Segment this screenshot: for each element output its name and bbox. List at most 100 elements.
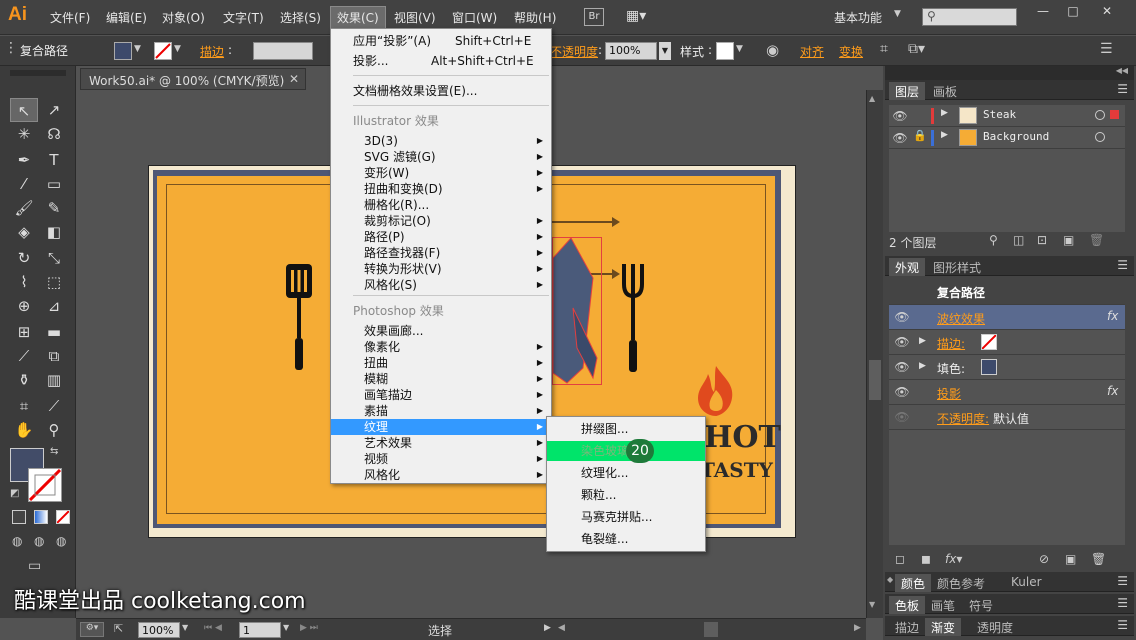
layer-row[interactable]: 👁 🔒 ▶ Background (889, 127, 1125, 149)
lock-icon[interactable]: 🔒 (913, 129, 927, 142)
submenu-item-patchwork[interactable]: 拼缀图... (547, 419, 705, 439)
appearance-row-shadow[interactable]: 👁 投影 fx (889, 380, 1125, 405)
gradient-tool-icon[interactable]: ▬ (40, 320, 68, 344)
menu-item-illustrator-effect-2[interactable]: 变形(W) ▶ (331, 165, 551, 181)
stroke-label[interactable]: 描边 (200, 43, 224, 60)
appearance-row-opacity[interactable]: 👁 不透明度: 默认值 (889, 405, 1125, 430)
submenu-item-craquelure[interactable]: 龟裂缝... (547, 529, 705, 549)
selection-tool-icon[interactable]: ↖ (10, 98, 38, 122)
menu-item-illustrator-effect-4[interactable]: 栅格化(R)... (331, 197, 551, 213)
target-icon[interactable] (1095, 132, 1105, 142)
minimize-button[interactable]: — (1030, 4, 1056, 22)
menu-item-raster-settings[interactable]: 文档栅格效果设置(E)... (331, 83, 551, 99)
stroke-color-swatch[interactable] (28, 468, 62, 502)
menu-help[interactable]: 帮助(H) (514, 9, 556, 26)
stroke-none-swatch[interactable] (981, 334, 997, 350)
chevron-down-icon[interactable]: ▼ (182, 623, 188, 632)
tab-gradient[interactable]: 渐变 (925, 618, 962, 636)
menu-item-photoshop-effect-2[interactable]: 扭曲 ▶ (331, 355, 551, 371)
zoom-tool-icon[interactable]: ⚲ (40, 418, 68, 442)
pencil-tool-icon[interactable]: ✎ (40, 196, 68, 220)
menu-item-photoshop-effect-7[interactable]: 艺术效果 ▶ (331, 435, 551, 451)
add-fill-icon[interactable]: ◼ (921, 552, 931, 566)
scroll-left-icon[interactable]: ◀ (558, 623, 565, 633)
selected-compound-path[interactable] (552, 237, 602, 385)
menu-edit[interactable]: 编辑(E) (106, 9, 147, 26)
scroll-down-icon[interactable]: ▼ (869, 600, 875, 609)
menu-item-illustrator-effect-9[interactable]: 风格化(S) ▶ (331, 277, 551, 293)
panel-menu-icon[interactable]: ☰ (1117, 258, 1128, 272)
eye-icon[interactable]: 👁 (891, 107, 909, 125)
isolate-icon[interactable]: ⌗ (880, 41, 888, 57)
arrange-documents-icon[interactable]: ▦▾ (626, 8, 652, 26)
locate-object-icon[interactable]: ⚲ (989, 233, 998, 247)
draw-normal-icon[interactable]: ◍ (12, 534, 22, 548)
menu-item-illustrator-effect-8[interactable]: 转换为形状(V) ▶ (331, 261, 551, 277)
artboard-tool-icon[interactable]: ⌗ (10, 394, 38, 418)
eye-icon[interactable]: 👁 (893, 358, 911, 376)
menu-item-photoshop-effect-5[interactable]: 素描 ▶ (331, 403, 551, 419)
recolor-artwork-icon[interactable]: ◉ (766, 41, 779, 59)
lasso-tool-icon[interactable]: ☊ (40, 122, 68, 146)
eraser-tool-icon[interactable]: ◧ (40, 220, 68, 244)
line-tool-icon[interactable]: ⁄ (10, 172, 38, 196)
create-sublayer-icon[interactable]: ⊡ (1037, 233, 1047, 247)
eye-icon[interactable]: 👁 (893, 383, 911, 401)
delete-icon[interactable]: 🗑 (1089, 233, 1104, 247)
eyedropper-tool-icon[interactable]: ⟋ (10, 344, 38, 368)
pen-tool-icon[interactable]: ✒ (10, 148, 38, 172)
stroke-swatch[interactable] (154, 42, 172, 60)
fill-swatch[interactable] (114, 42, 132, 60)
eye-icon[interactable]: 👁 (893, 333, 911, 351)
opacity-row-label[interactable]: 不透明度: (937, 410, 989, 427)
panel-menu-icon[interactable]: ☰ (1117, 618, 1128, 632)
color-mode-icon[interactable] (12, 510, 26, 524)
menu-item-illustrator-effect-3[interactable]: 扭曲和变换(D) ▶ (331, 181, 551, 197)
maximize-button[interactable]: □ (1060, 4, 1086, 22)
submenu-item-mosaic-tiles[interactable]: 马赛克拼贴... (547, 507, 705, 527)
menu-item-illustrator-effect-7[interactable]: 路径查找器(F) ▶ (331, 245, 551, 261)
panel-menu-icon[interactable]: ☰ (1117, 596, 1128, 610)
screen-mode-icon[interactable]: ▭ (28, 558, 41, 574)
vertical-scrollbar[interactable]: ▲ ▼ (866, 90, 883, 618)
menu-item-photoshop-effect-3[interactable]: 模糊 ▶ (331, 371, 551, 387)
expand-triangle-icon[interactable]: ▶ (919, 336, 926, 346)
menu-item-photoshop-effect-8[interactable]: 视频 ▶ (331, 451, 551, 467)
transform-link[interactable]: 变换 (839, 43, 863, 60)
duplicate-item-icon[interactable]: ▣ (1065, 552, 1076, 566)
menu-type[interactable]: 文字(T) (223, 9, 264, 26)
layer-name[interactable]: Background (983, 130, 1049, 143)
tab-transparency[interactable]: 透明度 (971, 618, 1019, 636)
align-link[interactable]: 对齐 (800, 43, 824, 60)
eye-icon[interactable]: 👁 (893, 308, 911, 326)
tab-graphic-styles[interactable]: 图形样式 (927, 258, 987, 276)
tab-stroke[interactable]: 描边 (889, 618, 925, 636)
layer-row[interactable]: 👁 ▶ Steak (889, 105, 1125, 127)
paintbrush-tool-icon[interactable]: 🖌 (10, 196, 38, 220)
stroke-row-label[interactable]: 描边: (937, 335, 965, 352)
default-colors-icon[interactable]: ◩ (10, 488, 19, 499)
type-tool-icon[interactable]: T (40, 148, 68, 172)
menu-file[interactable]: 文件(F) (50, 9, 90, 26)
effect-ripple-link[interactable]: 波纹效果 (937, 310, 985, 327)
style-swatch[interactable] (716, 42, 734, 60)
tab-layers[interactable]: 图层 (889, 82, 926, 100)
tab-swatches[interactable]: 色板 (889, 596, 926, 614)
scroll-thumb[interactable] (869, 360, 881, 400)
tab-color-guide[interactable]: 颜色参考 (931, 574, 991, 592)
chevron-down-icon[interactable]: ▼ (659, 42, 671, 60)
workspace-switcher[interactable]: 基本功能 (834, 9, 882, 26)
free-transform-tool-icon[interactable]: ⬚ (40, 270, 68, 294)
perspective-grid-tool-icon[interactable]: ⊿ (40, 294, 68, 318)
tab-symbols[interactable]: 符号 (963, 596, 999, 614)
mesh-tool-icon[interactable]: ⊞ (10, 320, 38, 344)
close-icon[interactable]: ✕ (289, 72, 299, 86)
opacity-label[interactable]: 不透明度 (550, 43, 598, 60)
chevron-down-icon[interactable]: ▼ (134, 44, 141, 54)
shape-builder-tool-icon[interactable]: ⊕ (10, 294, 38, 318)
appearance-row-ripple[interactable]: 👁 波纹效果 fx (889, 305, 1125, 330)
blend-tool-icon[interactable]: ⧉ (40, 344, 68, 368)
expand-triangle-icon[interactable]: ▶ (941, 130, 948, 140)
artboard-number-field[interactable]: 1 (239, 622, 281, 638)
search-input[interactable]: ⚲ (922, 8, 1017, 26)
